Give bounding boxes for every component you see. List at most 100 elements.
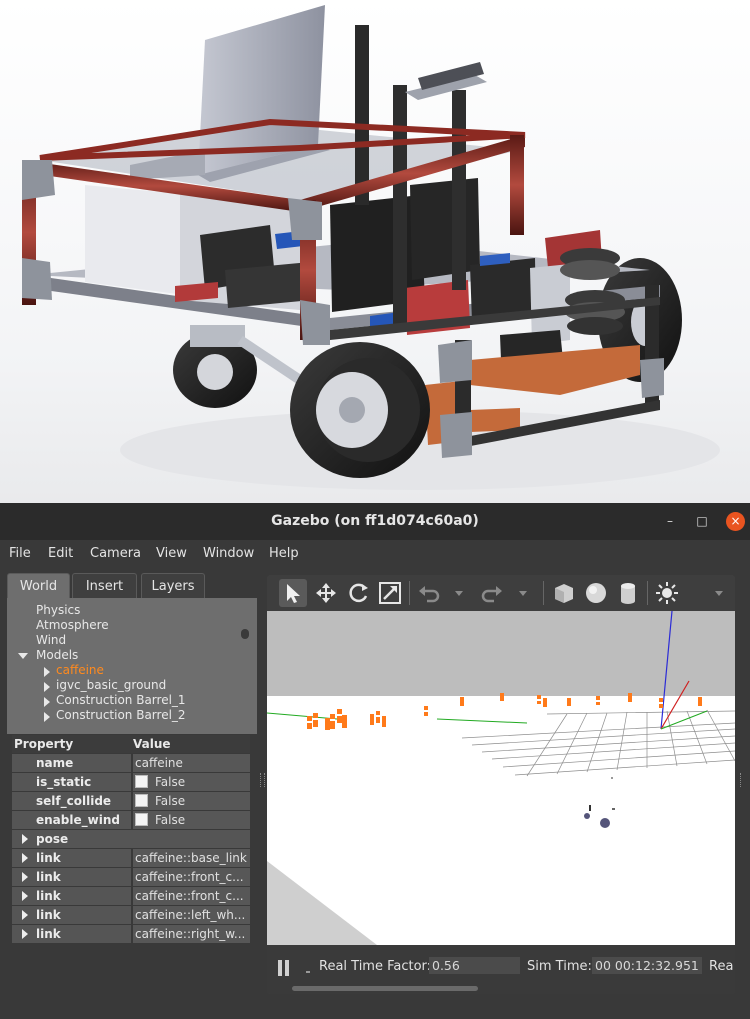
property-value: caffeine xyxy=(135,756,183,770)
collapse-arrow-icon[interactable] xyxy=(18,653,28,659)
property-value: caffeine::front_c... xyxy=(135,870,244,884)
box-shape-icon[interactable] xyxy=(550,579,578,607)
property-value: caffeine::left_wh... xyxy=(135,908,246,922)
rotate-icon[interactable] xyxy=(344,579,372,607)
undo-dropdown-icon[interactable] xyxy=(455,591,463,596)
property-row-link[interactable]: link caffeine::front_c... xyxy=(12,868,250,886)
scene-render xyxy=(267,611,735,945)
properties-table: Property Value name caffeine is_static F… xyxy=(12,735,250,945)
sphere-shape-icon[interactable] xyxy=(582,579,610,607)
tree-item-wind[interactable]: Wind xyxy=(36,633,66,648)
redo-icon[interactable] xyxy=(478,579,506,607)
expand-arrow-icon[interactable] xyxy=(22,910,28,920)
3d-viewport[interactable] xyxy=(267,611,735,945)
property-key: self_collide xyxy=(36,794,112,808)
minimize-button[interactable]: – xyxy=(660,511,680,531)
world-tree: Physics Atmosphere Wind Models caffeine … xyxy=(7,598,257,734)
expand-arrow-icon[interactable] xyxy=(22,872,28,882)
panel-splitter[interactable] xyxy=(260,773,265,787)
horizontal-scrollbar[interactable] xyxy=(292,986,478,991)
sun-light-icon[interactable] xyxy=(653,579,681,607)
property-row-link[interactable]: link caffeine::right_w... xyxy=(12,925,250,943)
property-row-link[interactable]: link caffeine::left_wh... xyxy=(12,906,250,924)
tab-world[interactable]: World xyxy=(7,573,70,598)
property-row-link[interactable]: link caffeine::front_c... xyxy=(12,887,250,905)
tree-item-atmosphere[interactable]: Atmosphere xyxy=(36,618,109,633)
toolbar-divider xyxy=(543,581,544,605)
property-value: False xyxy=(155,794,186,808)
property-value: caffeine::base_link xyxy=(135,851,247,865)
property-row[interactable]: name caffeine xyxy=(12,754,250,772)
left-panel: World Insert Layers Physics Atmosphere W… xyxy=(7,573,257,995)
menu-window[interactable]: Window xyxy=(203,546,254,561)
tree-scrollbar[interactable] xyxy=(241,629,249,639)
menu-help[interactable]: Help xyxy=(269,546,299,561)
tab-insert[interactable]: Insert xyxy=(72,573,137,598)
is-static-checkbox[interactable] xyxy=(135,775,148,788)
window-title: Gazebo (on ff1d074c60a0) xyxy=(271,513,479,529)
enable-wind-checkbox[interactable] xyxy=(135,813,148,826)
property-value: caffeine::front_c... xyxy=(135,889,244,903)
menu-edit[interactable]: Edit xyxy=(48,546,73,561)
property-key: name xyxy=(36,756,74,770)
right-splitter[interactable] xyxy=(740,773,745,787)
expand-arrow-icon[interactable] xyxy=(44,697,50,707)
property-value: caffeine::right_w... xyxy=(135,927,246,941)
property-row[interactable]: is_static False xyxy=(12,773,250,791)
tree-item-models[interactable]: Models xyxy=(36,648,78,663)
property-key: link xyxy=(36,908,61,922)
title-bar[interactable]: Gazebo (on ff1d074c60a0) – □ × xyxy=(0,503,750,540)
tree-item-model[interactable]: igvc_basic_ground xyxy=(56,678,166,693)
gazebo-window: Gazebo (on ff1d074c60a0) – □ × File Edit… xyxy=(0,503,750,1019)
property-row[interactable]: enable_wind False xyxy=(12,811,250,829)
menu-bar: File Edit Camera View Window Help xyxy=(0,540,750,566)
expand-arrow-icon[interactable] xyxy=(44,712,50,722)
property-key: is_static xyxy=(36,775,92,789)
translate-icon[interactable] xyxy=(312,579,340,607)
rtf-value: 0.56 xyxy=(429,957,520,974)
tree-item-model[interactable]: Construction Barrel_1 xyxy=(56,693,186,708)
tab-layers[interactable]: Layers xyxy=(141,573,205,598)
pause-icon[interactable] xyxy=(285,960,289,976)
step-icon[interactable] xyxy=(306,971,310,973)
undo-icon[interactable] xyxy=(415,579,443,607)
light-dropdown-icon[interactable] xyxy=(715,591,723,596)
menu-file[interactable]: File xyxy=(9,546,31,561)
expand-arrow-icon[interactable] xyxy=(22,929,28,939)
tree-item-model[interactable]: caffeine xyxy=(56,663,104,678)
property-row[interactable]: self_collide False xyxy=(12,792,250,810)
real-time-label: Rea xyxy=(709,959,734,974)
header-value: Value xyxy=(133,737,171,751)
toolbar-divider xyxy=(647,581,648,605)
self-collide-checkbox[interactable] xyxy=(135,794,148,807)
expand-arrow-icon[interactable] xyxy=(22,853,28,863)
cylinder-shape-icon[interactable] xyxy=(614,579,642,607)
property-key: link xyxy=(36,889,61,903)
sim-time-label: Sim Time: xyxy=(527,959,592,974)
property-key: link xyxy=(36,870,61,884)
expand-arrow-icon[interactable] xyxy=(22,891,28,901)
scale-icon[interactable] xyxy=(376,579,404,607)
redo-dropdown-icon[interactable] xyxy=(519,591,527,596)
scene-toolbar xyxy=(267,575,735,611)
select-arrow-icon[interactable] xyxy=(279,579,307,607)
property-value: False xyxy=(155,775,186,789)
menu-camera[interactable]: Camera xyxy=(90,546,141,561)
property-row-link[interactable]: link caffeine::base_link xyxy=(12,849,250,867)
tree-item-physics[interactable]: Physics xyxy=(36,603,80,618)
expand-arrow-icon[interactable] xyxy=(44,682,50,692)
robot-cad-render xyxy=(0,0,750,503)
robot-cad-drawing xyxy=(22,5,720,490)
tree-item-model[interactable]: Construction Barrel_2 xyxy=(56,708,186,723)
properties-header: Property Value xyxy=(12,735,250,753)
maximize-button[interactable]: □ xyxy=(692,511,712,531)
menu-view[interactable]: View xyxy=(156,546,187,561)
expand-arrow-icon[interactable] xyxy=(22,834,28,844)
property-key: link xyxy=(36,927,61,941)
expand-arrow-icon[interactable] xyxy=(44,667,50,677)
pause-icon[interactable] xyxy=(278,960,282,976)
close-button[interactable]: × xyxy=(726,512,745,531)
property-row-pose[interactable]: pose xyxy=(12,830,250,848)
rtf-label: Real Time Factor: xyxy=(319,959,432,974)
sim-time-value: 00 00:12:32.951 xyxy=(592,957,702,974)
